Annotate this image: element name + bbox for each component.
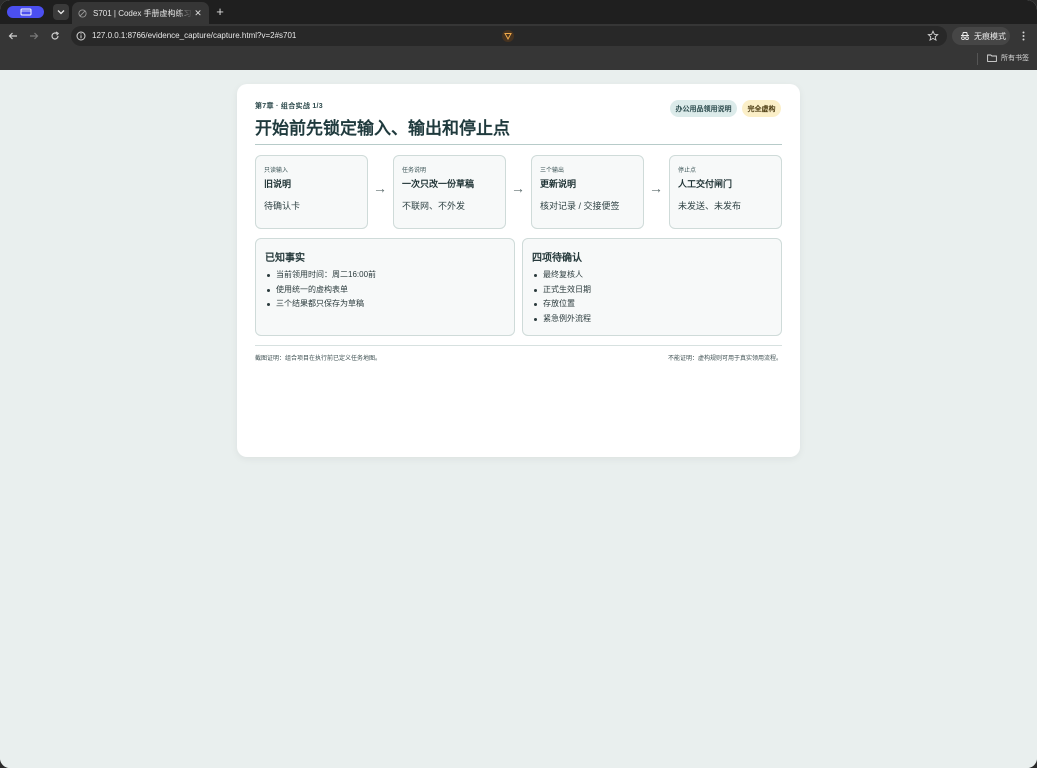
new-tab-button[interactable]: +	[214, 4, 226, 20]
pending-items-list: 最终复核人 正式生效日期 存放位置 紧急例外流程	[532, 268, 591, 326]
footer-proves-note: 截图证明：组合项目在执行前已定义任务地图。	[255, 356, 382, 362]
step-detail: 未发送、未发布	[678, 201, 742, 211]
step-name: 一次只改一份草稿	[402, 179, 475, 189]
step-name: 更新说明	[540, 179, 577, 189]
reload-icon	[51, 31, 60, 40]
arrow-right-icon	[30, 32, 39, 40]
kebab-menu-icon	[1022, 31, 1024, 41]
globe-icon	[78, 8, 87, 18]
step-name: 旧说明	[264, 179, 292, 189]
page-viewport: 第7章 · 组合实战 1/3 开始前先锁定输入、输出和停止点 办公用品领用说明 …	[0, 70, 1037, 768]
tab-active[interactable]: S701 | Codex 手册虚构练习产品 ✕	[72, 2, 209, 24]
capture-card: 第7章 · 组合实战 1/3 开始前先锁定输入、输出和停止点 办公用品领用说明 …	[237, 84, 800, 457]
list-item: 使用统一的虚构表单	[265, 283, 376, 298]
reload-button[interactable]	[48, 29, 62, 43]
step-card-input: 只读输入 旧说明 待确认卡	[255, 155, 368, 229]
folder-icon	[987, 54, 997, 62]
step-kicker: 停止点	[678, 168, 697, 174]
profile-button[interactable]	[7, 6, 44, 18]
flow-arrow: →	[373, 180, 387, 196]
window-icon	[20, 8, 31, 16]
browser-window: S701 | Codex 手册虚构练习产品 ✕ +	[0, 0, 1037, 768]
step-kicker: 三个输出	[540, 168, 565, 174]
list-item: 最终复核人	[532, 268, 591, 283]
page-title: 开始前先锁定输入、输出和停止点	[255, 119, 510, 138]
pending-items-panel: 四项待确认 最终复核人 正式生效日期 存放位置 紧急例外流程	[522, 238, 782, 336]
incognito-icon	[961, 32, 969, 41]
footer-not-proves-note: 不能证明：虚构规则可用于真实领用流程。	[667, 356, 782, 362]
fiction-badge: 完全虚构	[742, 100, 781, 117]
back-button[interactable]	[6, 29, 20, 43]
footer-divider	[255, 345, 782, 346]
flow-arrow: →	[649, 180, 663, 196]
all-bookmarks-label: 所有书签	[1001, 55, 1029, 62]
bookmarks-bar: 所有书签	[0, 48, 1037, 70]
step-card-stop: 停止点 人工交付闸门 未发送、未发布	[669, 155, 782, 229]
incognito-indicator[interactable]: 无痕模式	[952, 27, 1010, 45]
topic-badge: 办公用品领用说明	[670, 100, 737, 117]
extension-icon[interactable]	[502, 30, 514, 42]
toolbar: 127.0.0.1:8766/evidence_capture/capture.…	[0, 24, 1037, 48]
address-bar[interactable]: 127.0.0.1:8766/evidence_capture/capture.…	[71, 26, 947, 46]
list-item: 三个结果都只保存为草稿	[265, 297, 376, 312]
tab-close-icon[interactable]: ✕	[193, 8, 203, 19]
list-item: 紧急例外流程	[532, 312, 591, 327]
tab-search-button[interactable]	[53, 4, 69, 20]
known-facts-panel: 已知事实 当前领用时间：周二16:00前 使用统一的虚构表单 三个结果都只保存为…	[255, 238, 515, 336]
title-divider	[255, 144, 782, 145]
known-facts-list: 当前领用时间：周二16:00前 使用统一的虚构表单 三个结果都只保存为草稿	[265, 268, 376, 312]
bookmark-star-icon[interactable]	[927, 30, 939, 42]
list-item: 存放位置	[532, 297, 591, 312]
flow-arrow: →	[511, 180, 525, 196]
chapter-eyebrow: 第7章 · 组合实战 1/3	[255, 103, 323, 110]
incognito-label: 无痕模式	[974, 31, 1006, 41]
step-detail: 待确认卡	[264, 201, 301, 211]
step-kicker: 只读输入	[264, 168, 289, 174]
chevron-down-icon	[57, 10, 65, 15]
step-card-task: 任务说明 一次只改一份草稿 不联网、不外发	[393, 155, 506, 229]
list-item: 正式生效日期	[532, 283, 591, 298]
step-detail: 核对记录 / 交接便签	[540, 201, 620, 211]
panel-title: 四项待确认	[532, 253, 582, 264]
panel-title: 已知事实	[265, 253, 305, 264]
step-kicker: 任务说明	[402, 168, 427, 174]
browser-menu-button[interactable]	[1018, 30, 1028, 42]
bookmarks-divider	[977, 53, 978, 65]
site-info-icon[interactable]	[76, 31, 86, 41]
all-bookmarks-button[interactable]: 所有书签	[987, 53, 1029, 63]
step-card-outputs: 三个输出 更新说明 核对记录 / 交接便签	[531, 155, 644, 229]
forward-button[interactable]	[27, 29, 41, 43]
tab-strip: S701 | Codex 手册虚构练习产品 ✕ +	[0, 0, 1037, 24]
list-item: 当前领用时间：周二16:00前	[265, 268, 376, 283]
tab-title: S701 | Codex 手册虚构练习产品	[93, 8, 193, 18]
step-detail: 不联网、不外发	[402, 201, 466, 211]
step-name: 人工交付闸门	[678, 179, 733, 189]
arrow-left-icon	[8, 32, 17, 40]
url-text: 127.0.0.1:8766/evidence_capture/capture.…	[92, 31, 297, 40]
